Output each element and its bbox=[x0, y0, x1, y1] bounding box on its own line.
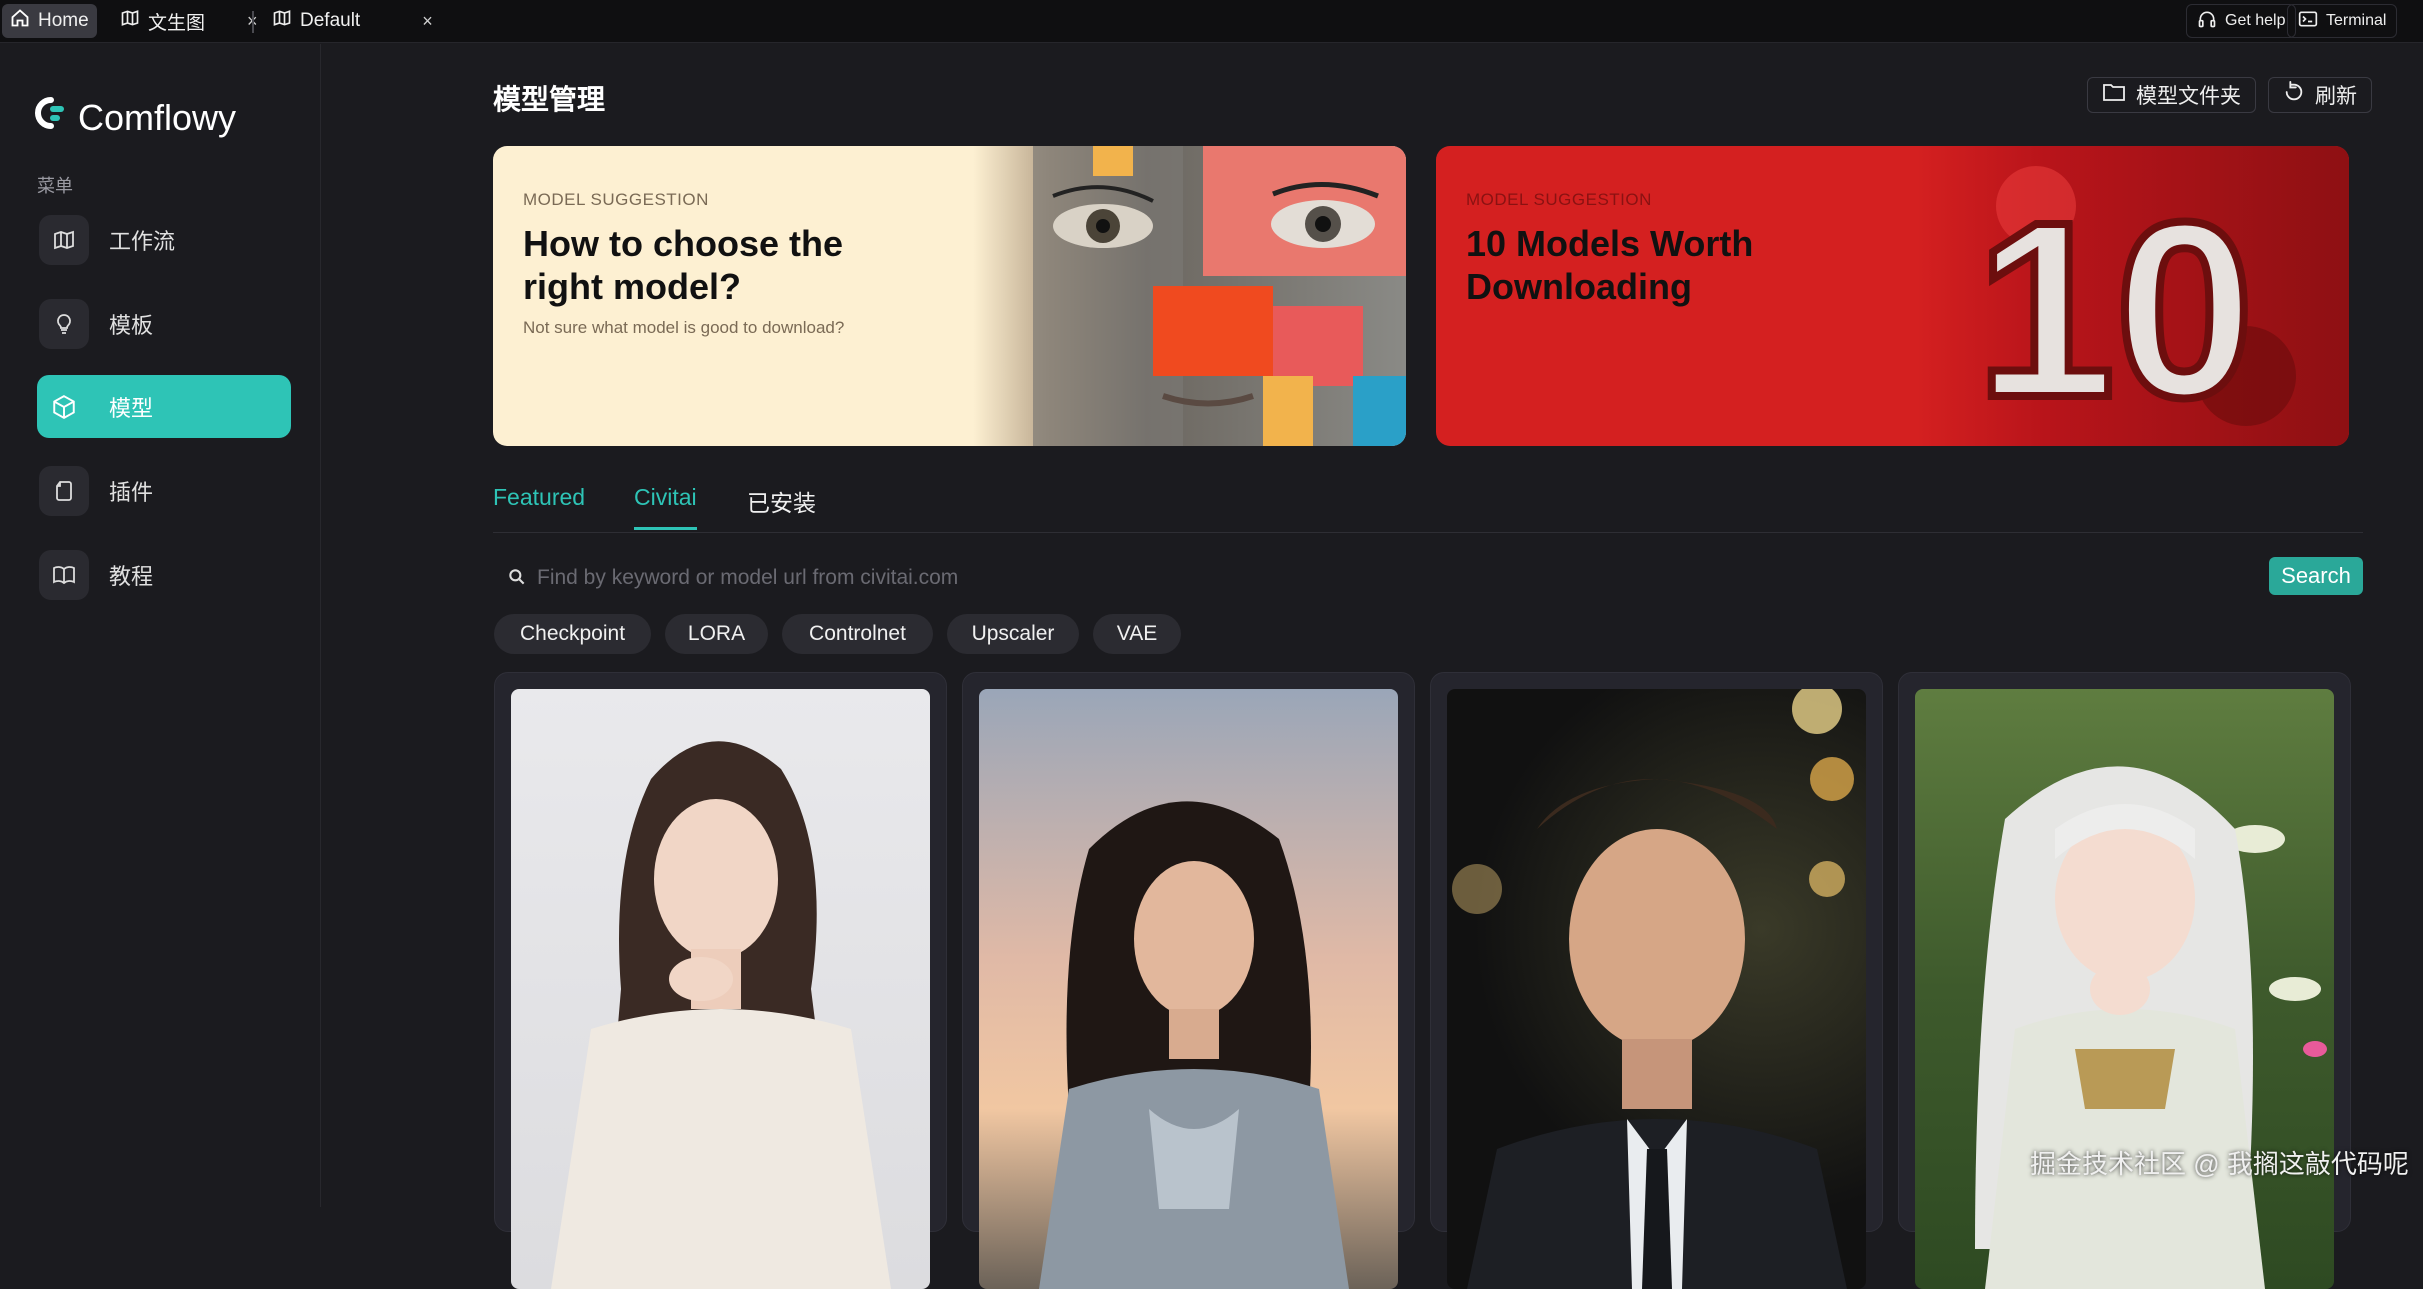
banner-art-number: 10 bbox=[1976, 170, 2254, 446]
filter-chip-upscaler[interactable]: Upscaler bbox=[947, 614, 1079, 654]
page-title: 模型管理 bbox=[493, 84, 606, 115]
headphones-icon bbox=[2197, 9, 2217, 34]
plugin-icon bbox=[39, 465, 89, 516]
model-thumbnail bbox=[979, 689, 1398, 1289]
model-thumbnail bbox=[1915, 689, 2334, 1289]
book-icon bbox=[39, 549, 89, 600]
banner-choose-model[interactable]: MODEL SUGGESTION How to choose the right… bbox=[493, 146, 1406, 446]
model-folder-button[interactable]: 模型文件夹 bbox=[2087, 77, 2256, 113]
comflowy-logo-icon bbox=[34, 96, 68, 139]
search-input[interactable] bbox=[537, 563, 2037, 593]
source-tabs: Featured Civitai 已安装 bbox=[493, 480, 2363, 533]
cube-icon bbox=[39, 382, 89, 432]
home-icon bbox=[10, 8, 30, 34]
tab-featured[interactable]: Featured bbox=[493, 484, 585, 527]
model-card[interactable] bbox=[962, 672, 1415, 1289]
tab-default[interactable]: Default × bbox=[264, 4, 441, 38]
model-card[interactable] bbox=[1430, 672, 1883, 1289]
tab-civitai[interactable]: Civitai bbox=[634, 484, 697, 530]
map-icon bbox=[39, 214, 89, 265]
banner-subtitle: Not sure what model is good to download? bbox=[523, 318, 845, 337]
banner-title: 10 Models Worth Downloading bbox=[1466, 223, 1754, 307]
refresh-icon bbox=[2283, 81, 2305, 109]
title-bar: Home 文生图 × Default × Get help Terminal bbox=[0, 0, 2423, 43]
lightbulb-icon bbox=[39, 298, 89, 349]
sidebar-item-models[interactable]: 模型 bbox=[37, 375, 291, 438]
menu-label: 菜单 bbox=[37, 176, 73, 196]
sidebar-item-tutorials[interactable]: 教程 bbox=[37, 543, 291, 606]
banner-tag: MODEL SUGGESTION bbox=[1466, 190, 1652, 209]
app-logo: Comflowy bbox=[34, 96, 236, 139]
terminal-button[interactable]: Terminal bbox=[2287, 4, 2398, 38]
sidebar-item-templates[interactable]: 模板 bbox=[37, 292, 291, 355]
refresh-button[interactable]: 刷新 bbox=[2268, 77, 2372, 113]
tab-separator bbox=[252, 11, 254, 33]
get-help-button[interactable]: Get help bbox=[2186, 4, 2297, 38]
model-thumbnail bbox=[1447, 689, 1866, 1289]
filter-chip-controlnet[interactable]: Controlnet bbox=[782, 614, 933, 654]
tab-installed[interactable]: 已安装 bbox=[747, 484, 816, 534]
banner-ten-models[interactable]: 10 MODEL SUGGESTION 10 Models Worth Down… bbox=[1436, 146, 2349, 446]
sidebar-item-label: 工作流 bbox=[109, 228, 176, 254]
sidebar-item-label: 插件 bbox=[109, 479, 154, 505]
search-icon bbox=[507, 567, 527, 592]
model-card[interactable] bbox=[494, 672, 947, 1289]
tab-label: Default bbox=[300, 10, 361, 31]
terminal-icon bbox=[2298, 9, 2318, 34]
brand-name: Comflowy bbox=[78, 96, 237, 138]
watermark: 掘金技术社区 @ 我搁这敲代码呢 bbox=[2030, 1149, 2409, 1179]
sidebar: Comflowy 菜单 工作流 模板 模型 插件 教程 bbox=[0, 44, 321, 1207]
filter-chip-lora[interactable]: LORA bbox=[665, 614, 768, 654]
banner-title: How to choose the right model? bbox=[523, 223, 844, 307]
tab-home[interactable]: Home bbox=[2, 4, 97, 38]
banner-artwork bbox=[973, 146, 1406, 446]
tab-label: 文生图 bbox=[148, 12, 206, 34]
map-icon bbox=[120, 8, 140, 34]
model-thumbnail bbox=[511, 689, 930, 1289]
tab-label: Home bbox=[38, 10, 89, 31]
filter-chip-checkpoint[interactable]: Checkpoint bbox=[494, 614, 651, 654]
close-tab-icon[interactable]: × bbox=[422, 11, 433, 32]
banner-artwork: 10 bbox=[1916, 146, 2349, 446]
sidebar-item-workflow[interactable]: 工作流 bbox=[37, 208, 291, 271]
banner-tag: MODEL SUGGESTION bbox=[523, 190, 709, 209]
map-icon bbox=[272, 8, 292, 34]
folder-icon bbox=[2102, 81, 2126, 109]
tab-text-to-image[interactable]: 文生图 × bbox=[112, 4, 266, 38]
sidebar-item-label: 模板 bbox=[109, 312, 154, 338]
sidebar-item-label: 模型 bbox=[109, 395, 154, 421]
sidebar-item-label: 教程 bbox=[109, 563, 154, 589]
sidebar-item-plugins[interactable]: 插件 bbox=[37, 459, 291, 522]
filter-chip-vae[interactable]: VAE bbox=[1093, 614, 1181, 654]
search-bar: Search bbox=[493, 555, 2363, 601]
search-button[interactable]: Search bbox=[2269, 557, 2363, 595]
